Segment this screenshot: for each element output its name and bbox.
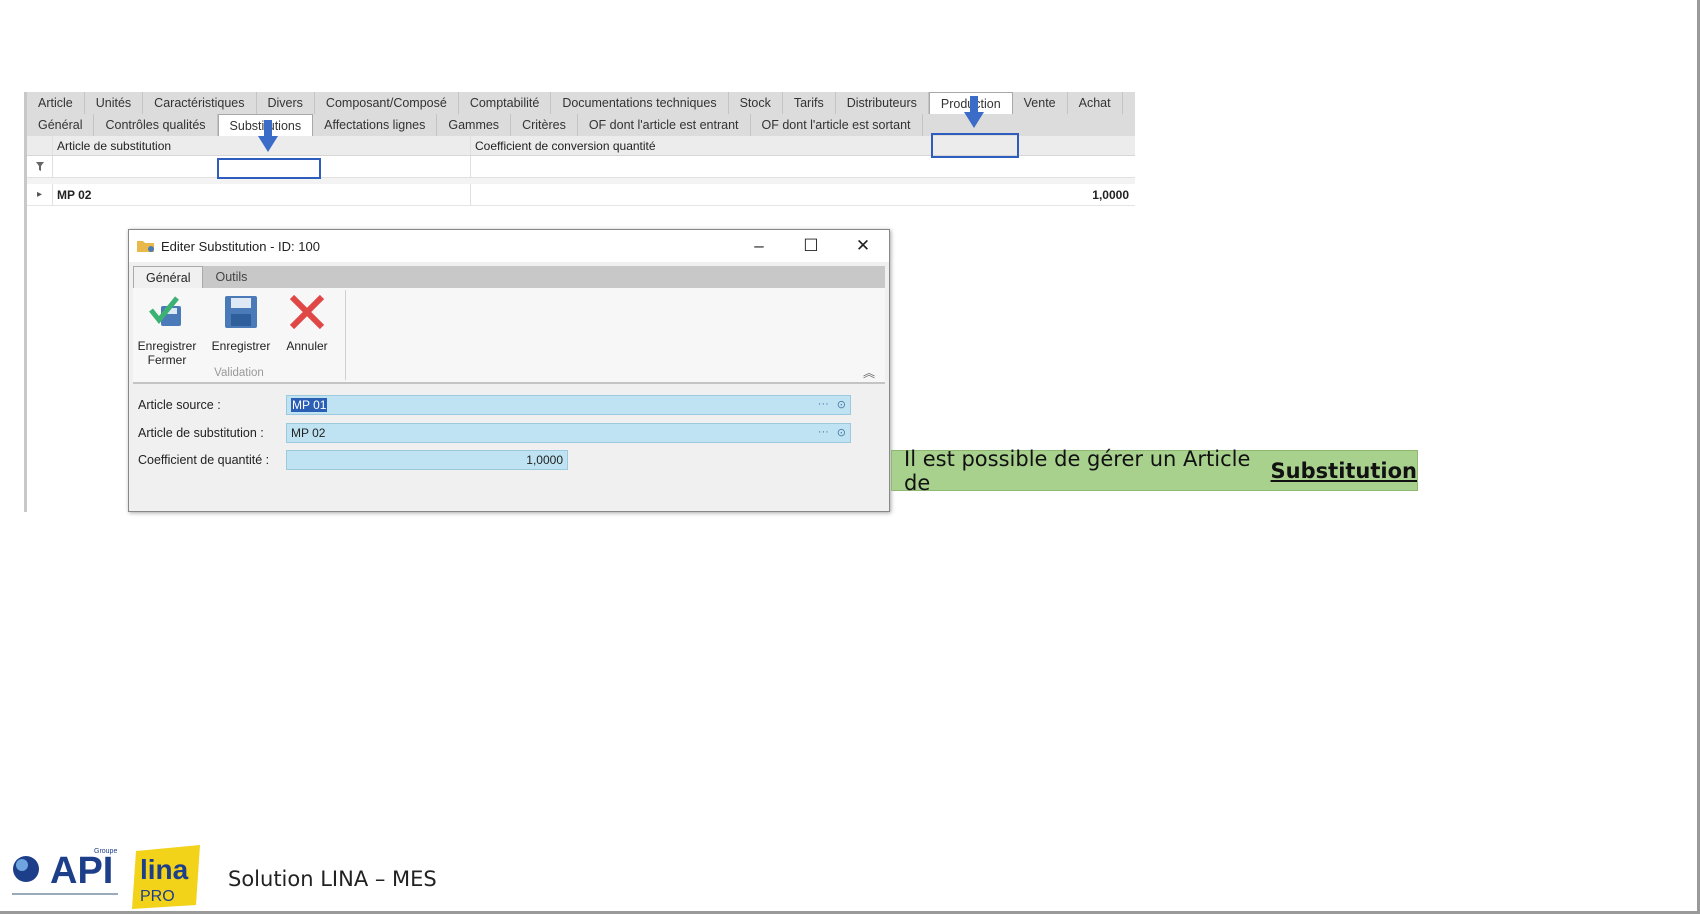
goto-icon[interactable]: ⊙ [837, 426, 846, 439]
subtab-of-dont-l-article-est-sortant[interactable]: OF dont l'article est sortant [751, 114, 923, 136]
subtab-gammes[interactable]: Gammes [437, 114, 512, 136]
cancel-label: Annuler [286, 339, 328, 353]
tab-comptabilit-[interactable]: Comptabilité [459, 92, 552, 114]
subtab-g-n-ral[interactable]: Général [27, 114, 95, 136]
substitution-label: Article de substitution : [138, 426, 264, 440]
row-expand-icon[interactable]: ▸ [27, 184, 53, 205]
tab-outils[interactable]: Outils [203, 266, 259, 288]
subtab-crit-res[interactable]: Critères [511, 114, 578, 136]
api-logo: API Groupe [12, 848, 118, 895]
subtab-contr-les-qualit-s[interactable]: Contrôles qualités [94, 114, 218, 136]
source-value: MP 01 [291, 398, 328, 412]
highlight-box-production [931, 133, 1019, 158]
tab-achat[interactable]: Achat [1068, 92, 1123, 114]
callout-text: Il est possible de gérer un Article de [904, 446, 1251, 495]
tab-article[interactable]: Article [27, 92, 85, 114]
tab-distributeurs[interactable]: Distributeurs [836, 92, 929, 114]
slide: Article Unités Caractéristiques Divers Compo… [0, 0, 1700, 914]
svg-text:lina: lina [140, 854, 189, 885]
footer: API Groupe lina PRO Solution LINA – MES [10, 845, 510, 909]
arrow-down-icon [258, 120, 278, 152]
close-button[interactable]: ✕ [837, 230, 889, 262]
ribbon-tab-bar: Général Outils [133, 266, 885, 288]
filter-icon[interactable] [27, 156, 53, 177]
subtab-affectations-lignes[interactable]: Affectations lignes [313, 114, 438, 136]
save-button[interactable]: Enregistrer [209, 292, 273, 353]
minimize-button[interactable]: – [733, 230, 785, 262]
goto-icon[interactable]: ⊙ [837, 398, 846, 411]
ribbon-panel: Enregistrer Fermer Enregistrer Annuler V… [133, 288, 885, 384]
tab-composant-compos-[interactable]: Composant/Composé [315, 92, 459, 114]
tab-vente[interactable]: Vente [1013, 92, 1068, 114]
group-separator [345, 290, 346, 380]
ellipsis-icon[interactable]: ··· [818, 426, 829, 439]
edit-substitution-dialog: Editer Substitution - ID: 100 – ☐ ✕ Géné… [128, 229, 890, 512]
cancel-button[interactable]: Annuler [275, 292, 339, 353]
window-controls: – ☐ ✕ [733, 230, 889, 262]
save-close-button[interactable]: Enregistrer Fermer [135, 292, 199, 367]
svg-text:API: API [50, 850, 113, 892]
column-header-coefficient[interactable]: Coefficient de conversion quantité [471, 136, 1135, 155]
field-row-coefficient: Coefficient de quantité : 1,0000 [138, 449, 568, 471]
source-input[interactable]: MP 01 ··· ⊙ [286, 395, 851, 415]
arrow-down-icon [964, 96, 984, 128]
tab-documentations-techniques[interactable]: Documentations techniques [551, 92, 729, 114]
save-icon [225, 296, 257, 328]
highlight-box-substitutions [217, 158, 321, 179]
field-controls: ··· ⊙ [818, 398, 846, 411]
cancel-icon [289, 294, 325, 330]
footer-text: Solution LINA – MES [228, 867, 437, 891]
dialog-title: Editer Substitution - ID: 100 [161, 238, 320, 254]
tab-stock[interactable]: Stock [729, 92, 783, 114]
tab-unit-s[interactable]: Unités [85, 92, 144, 114]
substitution-value: MP 02 [291, 426, 326, 440]
coefficient-value: 1,0000 [526, 453, 563, 467]
field-controls: ··· ⊙ [818, 426, 846, 439]
grid-filter-row [27, 156, 1135, 178]
field-row-source: Article source : MP 01 ··· ⊙ [138, 394, 851, 416]
cell-article: MP 02 [53, 184, 471, 205]
lina-pro-logo: lina PRO [132, 845, 200, 909]
save-close-label: Enregistrer Fermer [137, 339, 197, 367]
source-label: Article source : [138, 398, 221, 412]
subtab-of-dont-l-article-est-entrant[interactable]: OF dont l'article est entrant [578, 114, 751, 136]
coefficient-label: Coefficient de quantité : [138, 453, 270, 467]
collapse-ribbon-icon[interactable]: ︽ [863, 364, 875, 381]
tab-general[interactable]: Général [133, 266, 204, 288]
table-row[interactable]: ▸ MP 02 1,0000 [27, 184, 1135, 206]
cell-coefficient: 1,0000 [1092, 187, 1129, 202]
grid-header-spacer [27, 136, 53, 155]
save-label: Enregistrer [211, 339, 271, 353]
tab-tarifs[interactable]: Tarifs [783, 92, 836, 114]
maximize-button[interactable]: ☐ [785, 230, 837, 262]
svg-text:Groupe: Groupe [94, 848, 117, 855]
group-label: Validation [214, 367, 264, 379]
tab-divers[interactable]: Divers [257, 92, 315, 114]
save-close-icon [149, 296, 181, 326]
svg-text:PRO: PRO [140, 888, 175, 905]
callout-box: Il est possible de gérer un Article de S… [891, 447, 1418, 495]
coefficient-input[interactable]: 1,0000 [286, 450, 568, 470]
folder-icon [137, 241, 154, 252]
ellipsis-icon[interactable]: ··· [818, 398, 829, 411]
field-row-substitution: Article de substitution : MP 02 ··· ⊙ [138, 422, 851, 444]
tab-caract-ristiques[interactable]: Caractéristiques [143, 92, 257, 114]
callout-emphasis: Substitution [1270, 458, 1417, 483]
filter-cell-coefficient[interactable] [471, 156, 1135, 177]
substitution-input[interactable]: MP 02 ··· ⊙ [286, 423, 851, 443]
